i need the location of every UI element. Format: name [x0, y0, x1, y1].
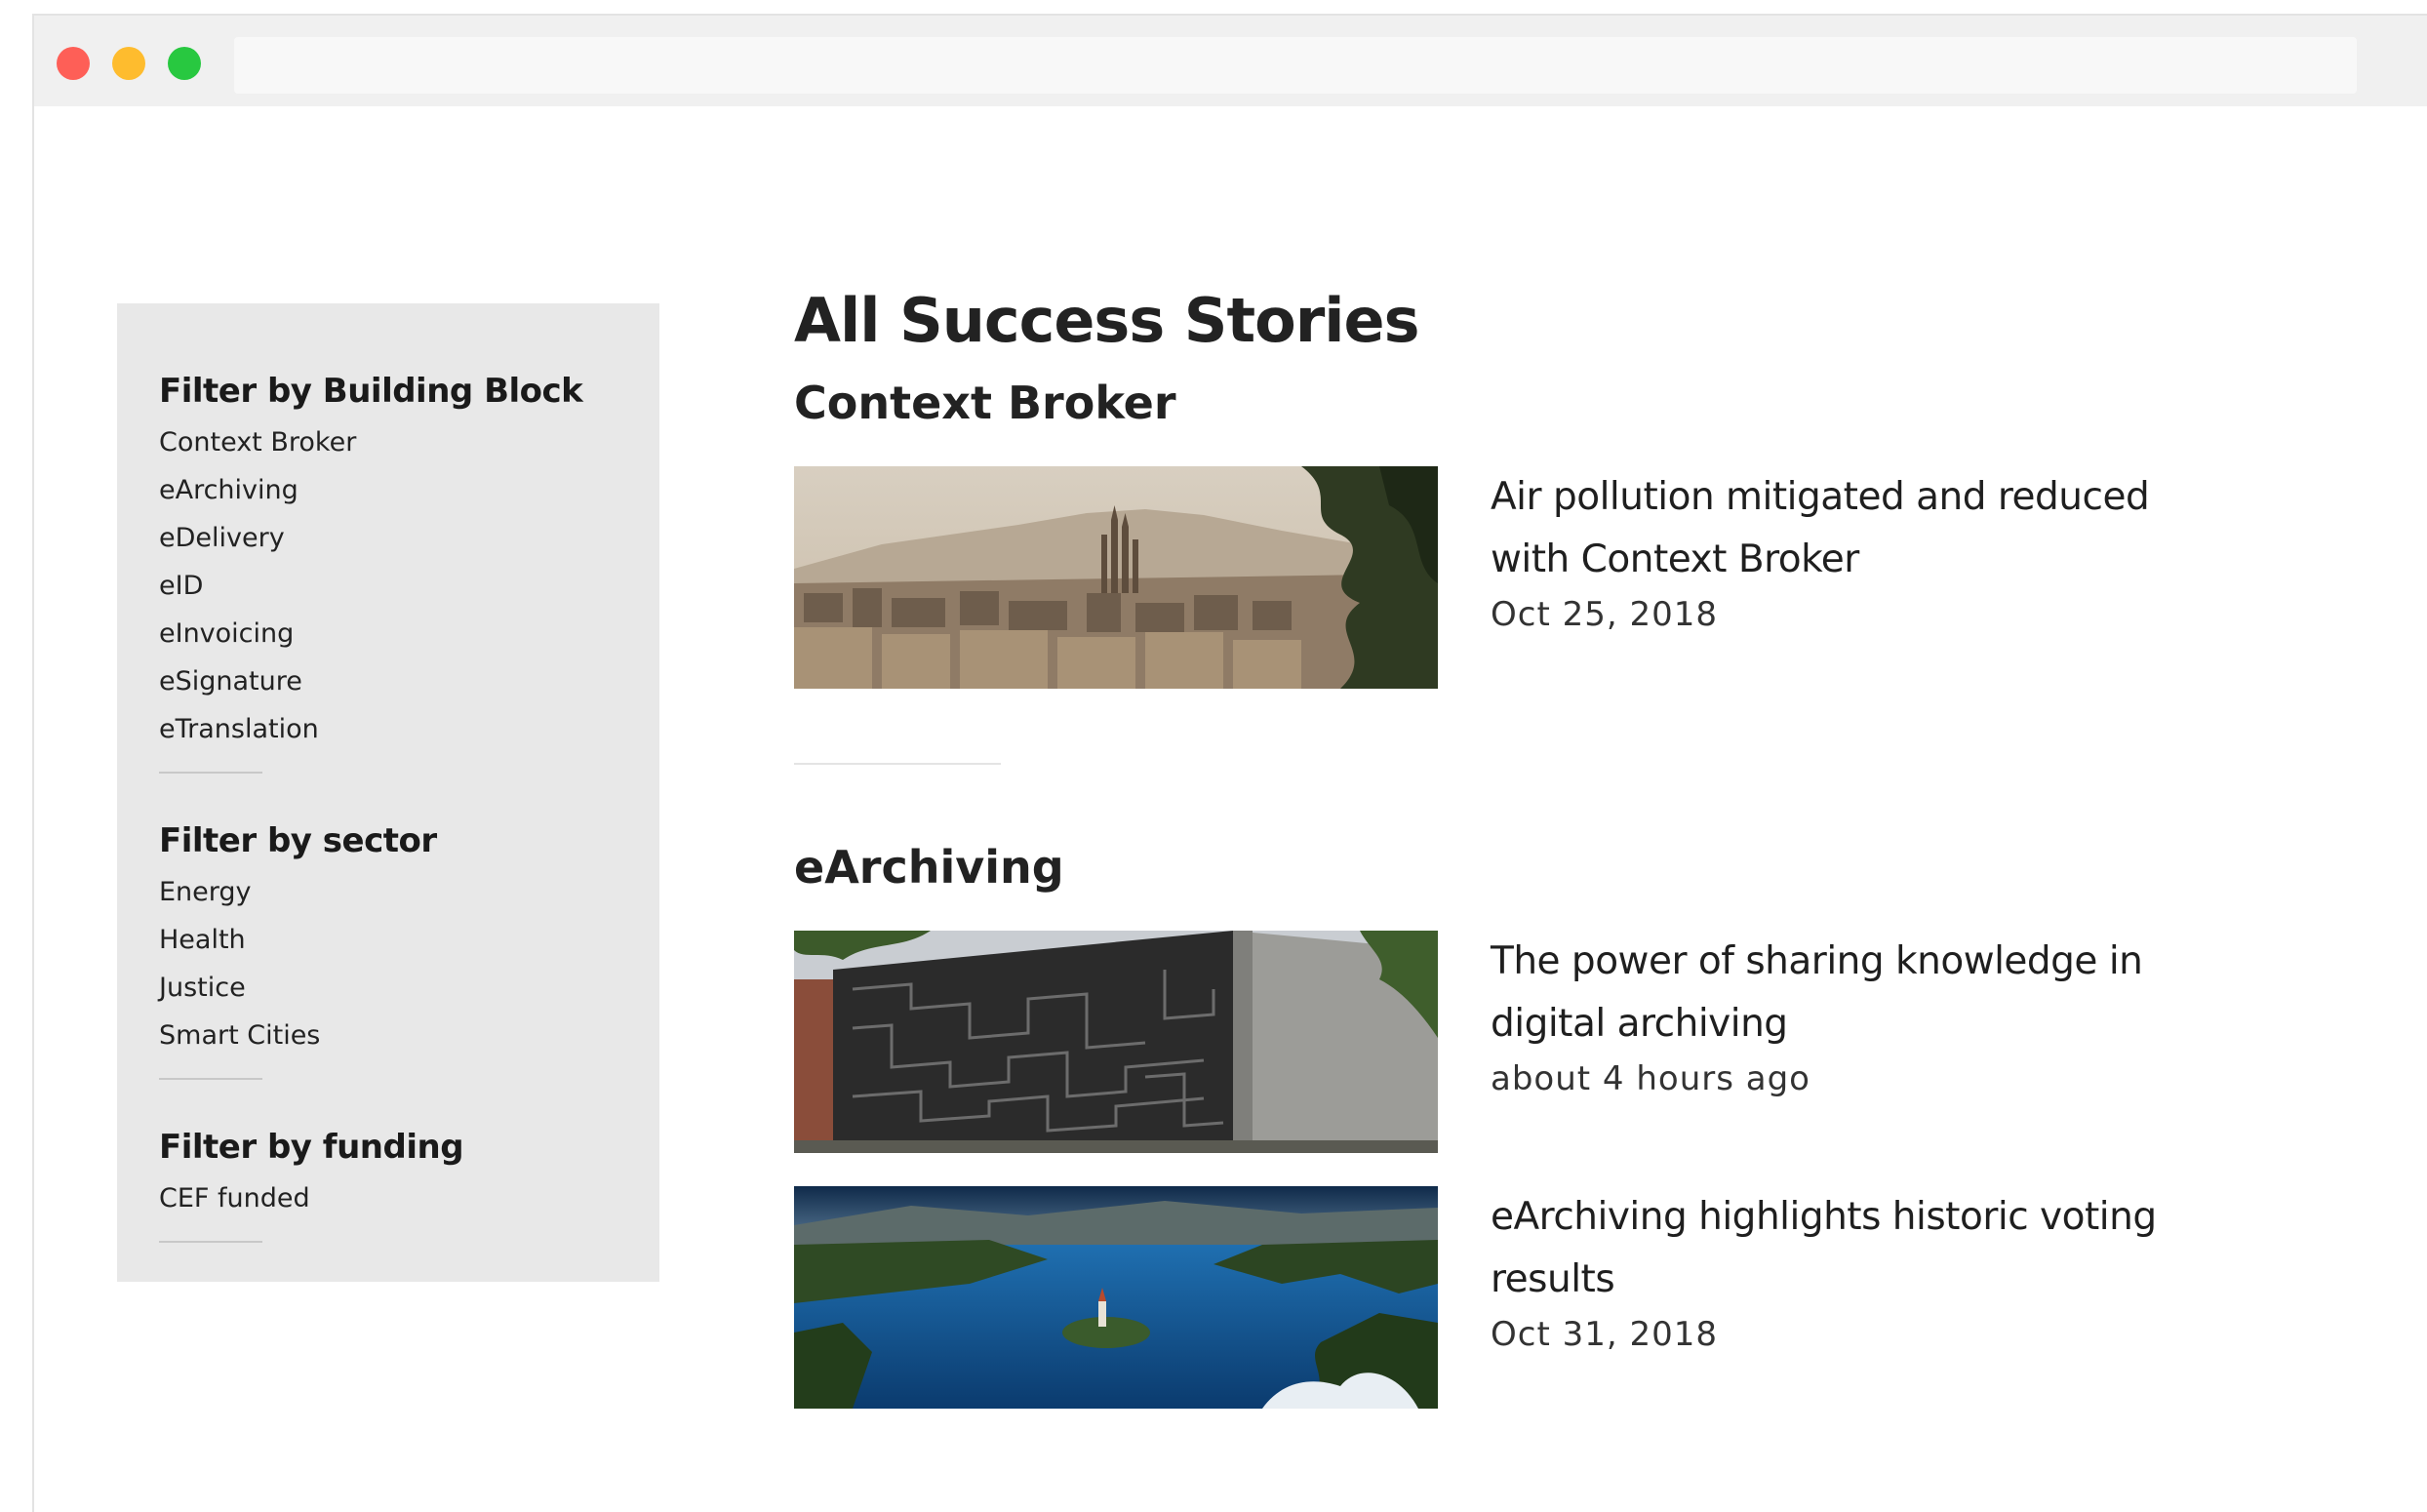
filter-item-justice[interactable]: Justice — [159, 964, 659, 1012]
filter-item-einvoicing[interactable]: eInvoicing — [159, 610, 659, 657]
filter-title: Filter by funding — [159, 1128, 464, 1167]
story-thumbnail-lake[interactable] — [794, 1186, 1438, 1409]
divider — [794, 763, 1001, 765]
lake-island-image — [794, 1186, 1438, 1409]
filter-group-funding: Filter by funding CEF funded — [159, 1120, 659, 1243]
filter-title: Filter by sector — [159, 821, 437, 860]
story-card[interactable]: The power of sharing knowledge in digita… — [794, 931, 2160, 1153]
filter-item-smart-cities[interactable]: Smart Cities — [159, 1012, 659, 1059]
story-thumbnail-library[interactable] — [794, 931, 1438, 1153]
divider — [159, 1078, 262, 1080]
story-date: Oct 31, 2018 — [1491, 1315, 1718, 1354]
filter-item-eid[interactable]: eID — [159, 562, 659, 610]
page-title: All Success Stories — [794, 285, 1419, 356]
filter-group-building-block: Filter by Building Block Context Broker … — [159, 364, 659, 774]
section-title: Context Broker — [794, 377, 1176, 429]
close-window-button[interactable] — [57, 47, 90, 80]
filter-group-sector: Filter by sector Energy Health Justice S… — [159, 814, 659, 1080]
filter-sidebar: Filter by Building Block Context Broker … — [117, 303, 659, 1282]
filter-item-edelivery[interactable]: eDelivery — [159, 514, 659, 562]
story-title[interactable]: Air pollution mitigated and reduced with… — [1491, 466, 2173, 591]
library-building-image — [794, 931, 1438, 1153]
story-card[interactable]: Air pollution mitigated and reduced with… — [794, 466, 2160, 689]
story-date: about 4 hours ago — [1491, 1059, 1810, 1098]
browser-titlebar — [34, 16, 2427, 106]
story-thumbnail-city[interactable] — [794, 466, 1438, 689]
story-text: The power of sharing knowledge in digita… — [1491, 931, 2173, 1098]
story-title[interactable]: The power of sharing knowledge in digita… — [1491, 931, 2173, 1055]
filter-item-etranslation[interactable]: eTranslation — [159, 705, 659, 753]
filter-item-earchiving[interactable]: eArchiving — [159, 466, 659, 514]
story-date: Oct 25, 2018 — [1491, 595, 1718, 634]
filter-item-context-broker[interactable]: Context Broker — [159, 418, 659, 466]
address-bar[interactable] — [234, 37, 2357, 94]
divider — [159, 1241, 262, 1243]
story-text: Air pollution mitigated and reduced with… — [1491, 466, 2173, 634]
minimize-window-button[interactable] — [112, 47, 145, 80]
filter-item-esignature[interactable]: eSignature — [159, 657, 659, 705]
filter-title: Filter by Building Block — [159, 372, 583, 411]
section-earchiving: eArchiving The power of sharing knowledg… — [794, 833, 2160, 1409]
section-title: eArchiving — [794, 841, 1064, 894]
filter-item-energy[interactable]: Energy — [159, 868, 659, 916]
divider — [159, 772, 262, 774]
maximize-window-button[interactable] — [168, 47, 201, 80]
section-context-broker: Context Broker Air pollution mitigated a… — [794, 369, 2160, 689]
stories-main: All Success Stories Context Broker Air p… — [794, 273, 2160, 1409]
story-title[interactable]: eArchiving highlights historic voting re… — [1491, 1186, 2173, 1311]
filter-item-cef-funded[interactable]: CEF funded — [159, 1174, 659, 1222]
filter-item-health[interactable]: Health — [159, 916, 659, 964]
story-card[interactable]: eArchiving highlights historic voting re… — [794, 1186, 2160, 1409]
city-skyline-image — [794, 466, 1438, 689]
story-text: eArchiving highlights historic voting re… — [1491, 1186, 2173, 1354]
